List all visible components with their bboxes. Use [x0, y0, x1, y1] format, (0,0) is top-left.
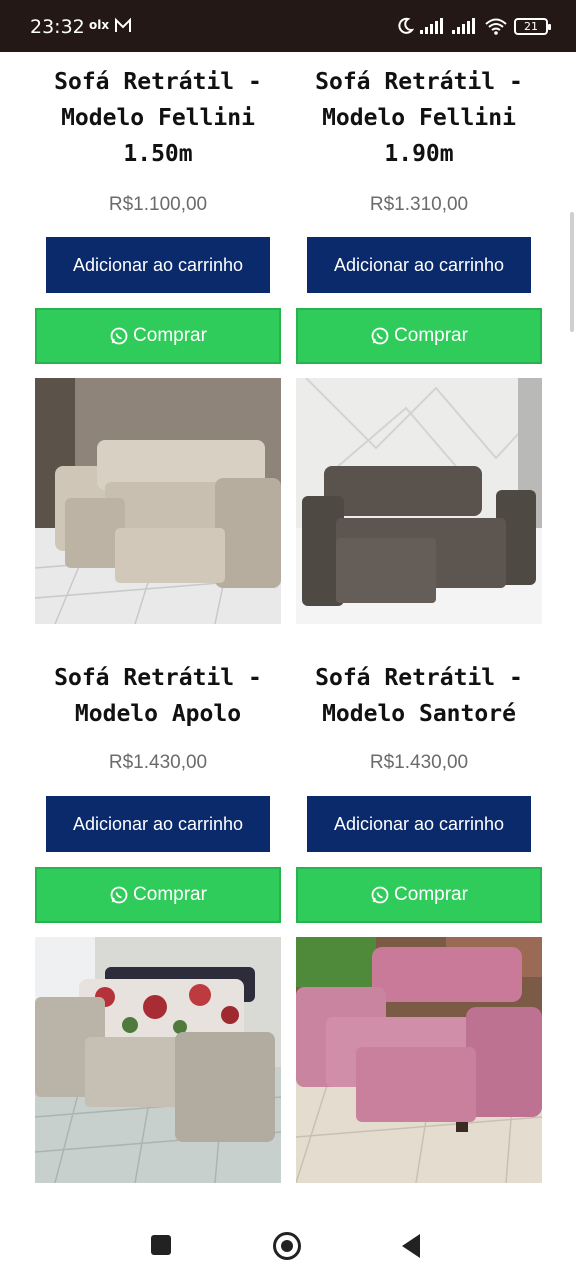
product-card: Sofá Retrátil - Modelo Fellini 1.50m R$1… — [35, 52, 281, 632]
buy-label: Comprar — [133, 325, 207, 346]
status-icons: 21 — [396, 14, 551, 38]
sofa-beige-photo[interactable] — [35, 378, 281, 624]
whatsapp-icon — [110, 886, 128, 904]
add-to-cart-button[interactable]: Adicionar ao carrinho — [46, 237, 270, 293]
buy-whatsapp-button[interactable]: Comprar — [35, 867, 281, 923]
buy-label: Comprar — [394, 325, 468, 346]
add-to-cart-button[interactable]: Adicionar ao carrinho — [307, 237, 531, 293]
sofa-pink-photo[interactable] — [296, 937, 542, 1183]
sofa-floral-photo[interactable] — [35, 937, 281, 1183]
product-price: R$1.430,00 — [369, 752, 469, 773]
product-title[interactable]: Sofá Retrátil - Modelo Fellini 1.90m — [296, 64, 542, 172]
buy-whatsapp-button[interactable]: Comprar — [35, 308, 281, 364]
battery-icon: 21 — [514, 17, 551, 35]
product-card: Sofá Retrátil - Modelo Santoré R$1.430,0… — [296, 646, 542, 1202]
signal-icon-2 — [452, 18, 475, 34]
recent-apps-icon[interactable] — [151, 1235, 171, 1255]
add-to-cart-button[interactable]: Adicionar ao carrinho — [46, 796, 270, 852]
product-title[interactable]: Sofá Retrátil - Modelo Santoré — [296, 660, 542, 732]
signal-icon — [420, 18, 443, 34]
sofa-grey-photo[interactable] — [296, 378, 542, 624]
product-card: Sofá Retrátil - Modelo Apolo R$1.430,00 … — [35, 646, 281, 1202]
back-icon[interactable] — [402, 1234, 420, 1258]
buy-label: Comprar — [133, 884, 207, 905]
product-title[interactable]: Sofá Retrátil - Modelo Fellini 1.50m — [35, 64, 281, 172]
add-to-cart-label: Adicionar ao carrinho — [72, 254, 244, 275]
home-icon[interactable] — [273, 1232, 301, 1260]
buy-whatsapp-button[interactable]: Comprar — [296, 308, 542, 364]
product-grid[interactable]: Sofá Retrátil - Modelo Fellini 1.50m R$1… — [0, 52, 576, 1202]
add-to-cart-label: Adicionar ao carrinho — [333, 813, 505, 834]
product-card: Sofá Retrátil - Modelo Fellini 1.90m R$1… — [296, 52, 542, 632]
scrollbar[interactable] — [570, 212, 574, 332]
buy-whatsapp-button[interactable]: Comprar — [296, 867, 542, 923]
add-to-cart-label: Adicionar ao carrinho — [72, 813, 244, 834]
add-to-cart-button[interactable]: Adicionar ao carrinho — [307, 796, 531, 852]
whatsapp-icon — [371, 886, 389, 904]
product-title[interactable]: Sofá Retrátil - Modelo Apolo — [35, 660, 281, 732]
product-price: R$1.100,00 — [108, 194, 208, 215]
whatsapp-icon — [371, 327, 389, 345]
wifi-icon — [485, 18, 507, 35]
buy-label: Comprar — [394, 884, 468, 905]
olx-notification-icon: olx — [89, 18, 110, 32]
product-price: R$1.430,00 — [108, 752, 208, 773]
product-price: R$1.310,00 — [369, 194, 469, 215]
whatsapp-icon — [110, 327, 128, 345]
status-time: 23:32 — [30, 16, 85, 38]
status-bar: 23:32 olx 21 — [0, 0, 576, 52]
add-to-cart-label: Adicionar ao carrinho — [333, 254, 505, 275]
moon-icon — [398, 17, 414, 34]
mail-icon — [115, 17, 131, 32]
navigation-bar — [0, 1202, 576, 1280]
